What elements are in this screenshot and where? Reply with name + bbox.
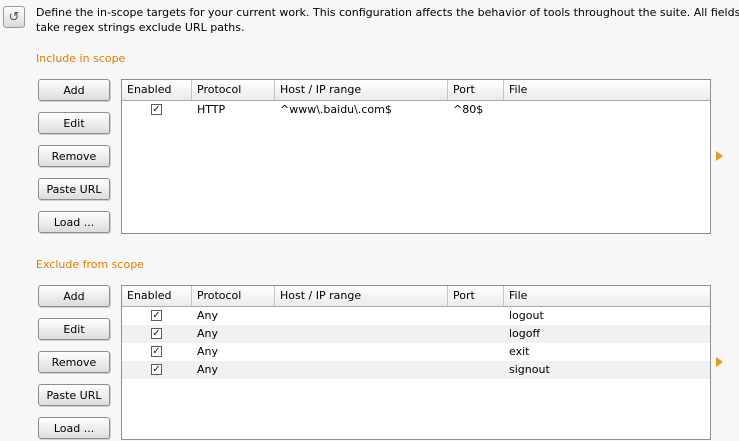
column-header-port[interactable]: Port xyxy=(448,80,504,100)
host-cell: ^www\.baidu\.com$ xyxy=(280,103,392,116)
column-header-protocol[interactable]: Protocol xyxy=(192,286,275,306)
protocol-cell: HTTP xyxy=(197,103,226,116)
file-cell: logoff xyxy=(509,327,541,340)
table-row[interactable]: ✓ Any signout xyxy=(122,361,710,379)
table-row[interactable]: ✓ Any logout xyxy=(122,307,710,325)
exclude-paste-url-button[interactable]: Paste URL xyxy=(38,384,110,406)
table-row[interactable]: ✓ HTTP ^www\.baidu\.com$ ^80$ xyxy=(122,101,710,119)
include-table: Enabled Protocol Host / IP range Port Fi… xyxy=(121,79,711,234)
port-cell xyxy=(448,307,504,325)
enabled-checkbox[interactable]: ✓ xyxy=(151,364,162,375)
enabled-cell: ✓ xyxy=(122,101,192,119)
exclude-load-button[interactable]: Load ... xyxy=(38,417,110,439)
protocol-cell: Any xyxy=(197,363,219,376)
column-header-file[interactable]: File xyxy=(504,80,710,100)
port-cell xyxy=(448,343,504,361)
file-cell: signout xyxy=(509,363,550,376)
column-header-protocol[interactable]: Protocol xyxy=(192,80,275,100)
enabled-checkbox[interactable]: ✓ xyxy=(151,346,162,357)
port-cell xyxy=(448,325,504,343)
host-cell xyxy=(275,343,448,361)
include-section-title: Include in scope xyxy=(36,52,126,65)
description-text: Define the in-scope targets for your cur… xyxy=(36,6,739,34)
file-cell xyxy=(504,101,710,119)
enabled-cell: ✓ xyxy=(122,307,192,325)
enabled-checkbox[interactable]: ✓ xyxy=(151,328,162,339)
column-header-enabled[interactable]: Enabled xyxy=(122,286,192,306)
exclude-remove-button[interactable]: Remove xyxy=(38,351,110,373)
column-header-enabled[interactable]: Enabled xyxy=(122,80,192,100)
include-load-button[interactable]: Load ... xyxy=(38,211,110,233)
enabled-cell: ✓ xyxy=(122,343,192,361)
expand-arrow-icon[interactable] xyxy=(716,357,723,367)
exclude-section-title: Exclude from scope xyxy=(36,258,144,271)
port-cell: ^80$ xyxy=(453,103,484,116)
host-cell xyxy=(275,325,448,343)
enabled-cell: ✓ xyxy=(122,325,192,343)
file-cell: exit xyxy=(509,345,530,358)
table-row[interactable]: ✓ Any exit xyxy=(122,343,710,361)
enabled-cell: ✓ xyxy=(122,361,192,379)
protocol-cell: Any xyxy=(197,309,219,322)
protocol-cell: Any xyxy=(197,345,219,358)
protocol-cell: Any xyxy=(197,327,219,340)
column-header-host[interactable]: Host / IP range xyxy=(275,286,448,306)
column-header-port[interactable]: Port xyxy=(448,286,504,306)
include-table-header: Enabled Protocol Host / IP range Port Fi… xyxy=(122,80,710,101)
include-paste-url-button[interactable]: Paste URL xyxy=(38,178,110,200)
help-icon[interactable]: ↺ xyxy=(3,6,25,28)
column-header-host[interactable]: Host / IP range xyxy=(275,80,448,100)
exclude-edit-button[interactable]: Edit xyxy=(38,318,110,340)
enabled-checkbox[interactable]: ✓ xyxy=(151,104,162,115)
expand-arrow-icon[interactable] xyxy=(716,151,723,161)
exclude-table-header: Enabled Protocol Host / IP range Port Fi… xyxy=(122,286,710,307)
exclude-add-button[interactable]: Add xyxy=(38,285,110,307)
include-edit-button[interactable]: Edit xyxy=(38,112,110,134)
enabled-checkbox[interactable]: ✓ xyxy=(151,310,162,321)
port-cell xyxy=(448,361,504,379)
exclude-table: Enabled Protocol Host / IP range Port Fi… xyxy=(121,285,711,440)
file-cell: logout xyxy=(509,309,544,322)
table-row[interactable]: ✓ Any logoff xyxy=(122,325,710,343)
column-header-file[interactable]: File xyxy=(504,286,710,306)
host-cell xyxy=(275,307,448,325)
include-add-button[interactable]: Add xyxy=(38,79,110,101)
host-cell xyxy=(275,361,448,379)
include-remove-button[interactable]: Remove xyxy=(38,145,110,167)
